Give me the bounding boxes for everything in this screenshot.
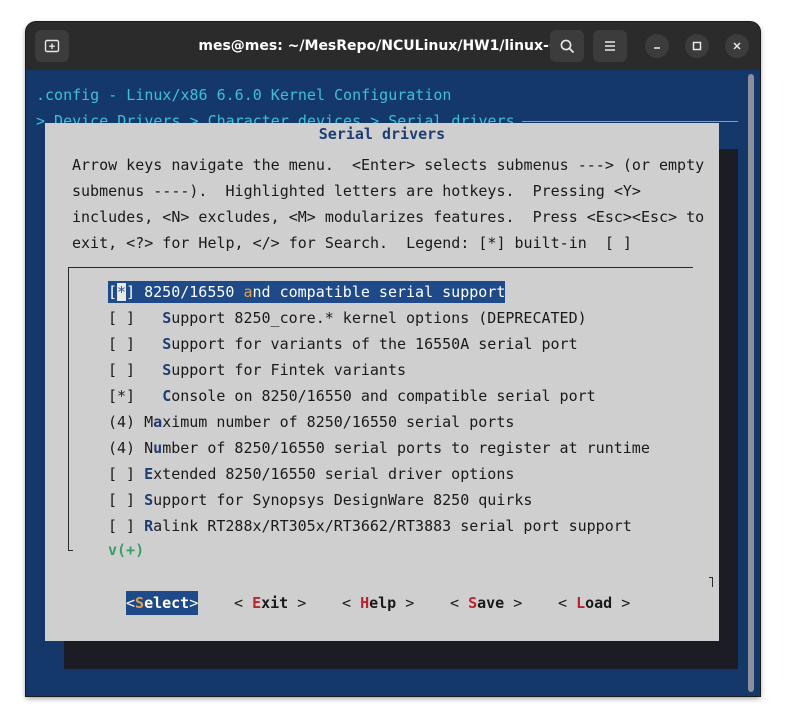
menu-box-corner: [709, 577, 713, 578]
button-bracket: >: [288, 594, 307, 612]
menu-button[interactable]: [593, 30, 627, 62]
button-label: elp: [369, 594, 397, 612]
menu-item-prefix: [ ]: [108, 517, 145, 535]
menu-item-prefix: [ ]: [108, 309, 163, 327]
menu-item-prefix: [*]: [108, 387, 163, 405]
hamburger-menu-icon: [605, 41, 615, 51]
menu-item-hotkey: C: [162, 387, 172, 405]
button-bracket: <: [450, 594, 469, 612]
breadcrumb-rule: [522, 121, 738, 122]
menu-item-runtime-serial-ports[interactable]: (4) Number of 8250/16550 serial ports to…: [108, 437, 650, 459]
dialog-title: Serial drivers: [318, 125, 446, 143]
menu-item-text: nd compatible serial support: [252, 283, 506, 301]
menu-item-prefix: [ ]: [108, 491, 145, 509]
menu-item-text: ] 8250/16550: [126, 283, 244, 301]
new-tab-icon: [44, 39, 60, 53]
menu-item-prefix: [ ]: [108, 465, 145, 483]
menu-item-text: ximum number of 8250/16550 serial ports: [162, 413, 515, 431]
menu-item-text: mber of 8250/16550 serial ports to regis…: [162, 439, 650, 457]
menu-box-left-border: [68, 267, 69, 551]
menu-item-8250-16550-serial-support[interactable]: [*] 8250/16550 and compatible serial sup…: [108, 281, 506, 303]
menu-item-hotkey: a: [153, 413, 163, 431]
menu-item-hotkey: R: [144, 517, 154, 535]
help-text-line: submenus ----). Highlighted letters are …: [72, 182, 641, 200]
menu-item-designware-quirks[interactable]: [ ] Support for Synopsys DesignWare 8250…: [108, 489, 532, 511]
button-bracket: >: [612, 594, 631, 612]
menu-item-hotkey: E: [144, 465, 154, 483]
button-bracket: <: [234, 594, 253, 612]
menu-item-hotkey: S: [162, 309, 172, 327]
checkbox-state-cursor: *: [117, 283, 127, 301]
button-label: ave: [477, 594, 505, 612]
search-button[interactable]: [550, 30, 584, 62]
save-button[interactable]: < Save >: [450, 591, 522, 615]
button-bracket: <: [558, 594, 577, 612]
terminal-area[interactable]: .config - Linux/x86 6.6.0 Kernel Configu…: [26, 70, 760, 696]
menu-item-hotkey: S: [162, 361, 172, 379]
button-bracket: <: [126, 594, 136, 612]
button-bracket: >: [396, 594, 415, 612]
help-button[interactable]: < Help >: [342, 591, 414, 615]
new-tab-button[interactable]: [35, 30, 69, 62]
menu-item-16550a-variants[interactable]: [ ] Support for variants of the 16550A s…: [108, 333, 578, 355]
menu-box-top-border: [68, 267, 693, 268]
menu-item-extended-options[interactable]: [ ] Extended 8250/16550 serial driver op…: [108, 463, 514, 485]
menu-item-hotkey: u: [153, 439, 163, 457]
button-label: oad: [585, 594, 613, 612]
menu-item-prefix: (4) N: [108, 439, 154, 457]
help-text-line: includes, <N> excludes, <M> modularizes …: [72, 208, 705, 226]
window-title: mes@mes: ~/MesRepo/NCULinux/HW1/linux-6.…: [198, 38, 574, 54]
menu-item-fintek-variants[interactable]: [ ] Support for Fintek variants: [108, 359, 406, 381]
config-title: .config - Linux/x86 6.6.0 Kernel Configu…: [36, 86, 452, 104]
menu-item-text: xtended 8250/16550 serial driver options: [153, 465, 515, 483]
serial-drivers-dialog: Serial drivers Arrow keys navigate the m…: [45, 123, 719, 641]
button-bracket: >: [189, 594, 199, 612]
menu-item-ralink-serial[interactable]: [ ] Ralink RT288x/RT305x/RT3662/RT3883 s…: [108, 515, 632, 537]
help-text-line: Arrow keys navigate the menu. <Enter> se…: [72, 156, 705, 174]
maximize-icon: [692, 41, 702, 51]
menu-item-text: upport for Fintek variants: [171, 361, 407, 379]
button-bracket: <: [342, 594, 361, 612]
close-button[interactable]: [725, 34, 749, 58]
close-icon: [733, 42, 741, 50]
select-button[interactable]: <Select>: [126, 591, 199, 615]
terminal-window: mes@mes: ~/MesRepo/NCULinux/HW1/linux-6.…: [26, 22, 760, 696]
menu-item-text: upport 8250_core.* kernel options (DEPRE…: [171, 309, 587, 327]
menu-item-max-serial-ports[interactable]: (4) Maximum number of 8250/16550 serial …: [108, 411, 514, 433]
maximize-button[interactable]: [685, 34, 709, 58]
menu-item-text: alink RT288x/RT305x/RT3662/RT3883 serial…: [153, 517, 632, 535]
exit-button[interactable]: < Exit >: [234, 591, 306, 615]
menu-item-text: upport for Synopsys DesignWare 8250 quir…: [153, 491, 533, 509]
menu-item-prefix: [ ]: [108, 361, 163, 379]
minimize-button[interactable]: [645, 34, 669, 58]
button-hotkey: E: [252, 594, 262, 612]
menu-box-corner: [68, 550, 73, 551]
menu-box-right-border: [712, 577, 713, 587]
button-hotkey: S: [135, 594, 145, 612]
title-bar: mes@mes: ~/MesRepo/NCULinux/HW1/linux-6.…: [26, 22, 760, 70]
help-text-line: exit, <?> for Help, </> for Search. Lege…: [72, 234, 632, 252]
menu-item-text: upport for variants of the 16550A serial…: [171, 335, 578, 353]
minimize-icon: [654, 47, 660, 49]
button-hotkey: H: [360, 594, 370, 612]
menu-item-prefix: (4) M: [108, 413, 154, 431]
menu-item-hotkey: S: [162, 335, 172, 353]
menu-item-hotkey: S: [144, 491, 154, 509]
checkbox-bracket-open: [: [108, 283, 118, 301]
button-hotkey: S: [468, 594, 478, 612]
menu-item-text: onsole on 8250/16550 and compatible seri…: [171, 387, 596, 405]
button-label: elect: [144, 594, 190, 612]
menu-item-prefix: [ ]: [108, 335, 163, 353]
scrollbar-thumb[interactable]: [748, 74, 754, 692]
more-items-indicator: v(+): [108, 541, 145, 559]
menu-item-console-8250[interactable]: [*] Console on 8250/16550 and compatible…: [108, 385, 596, 407]
menu-item-hotkey: a: [243, 283, 253, 301]
button-hotkey: L: [576, 594, 586, 612]
search-icon: [560, 39, 574, 53]
button-label: xit: [261, 594, 289, 612]
load-button[interactable]: < Load >: [558, 591, 630, 615]
button-bracket: >: [504, 594, 523, 612]
menu-item-8250-core-options[interactable]: [ ] Support 8250_core.* kernel options (…: [108, 307, 587, 329]
